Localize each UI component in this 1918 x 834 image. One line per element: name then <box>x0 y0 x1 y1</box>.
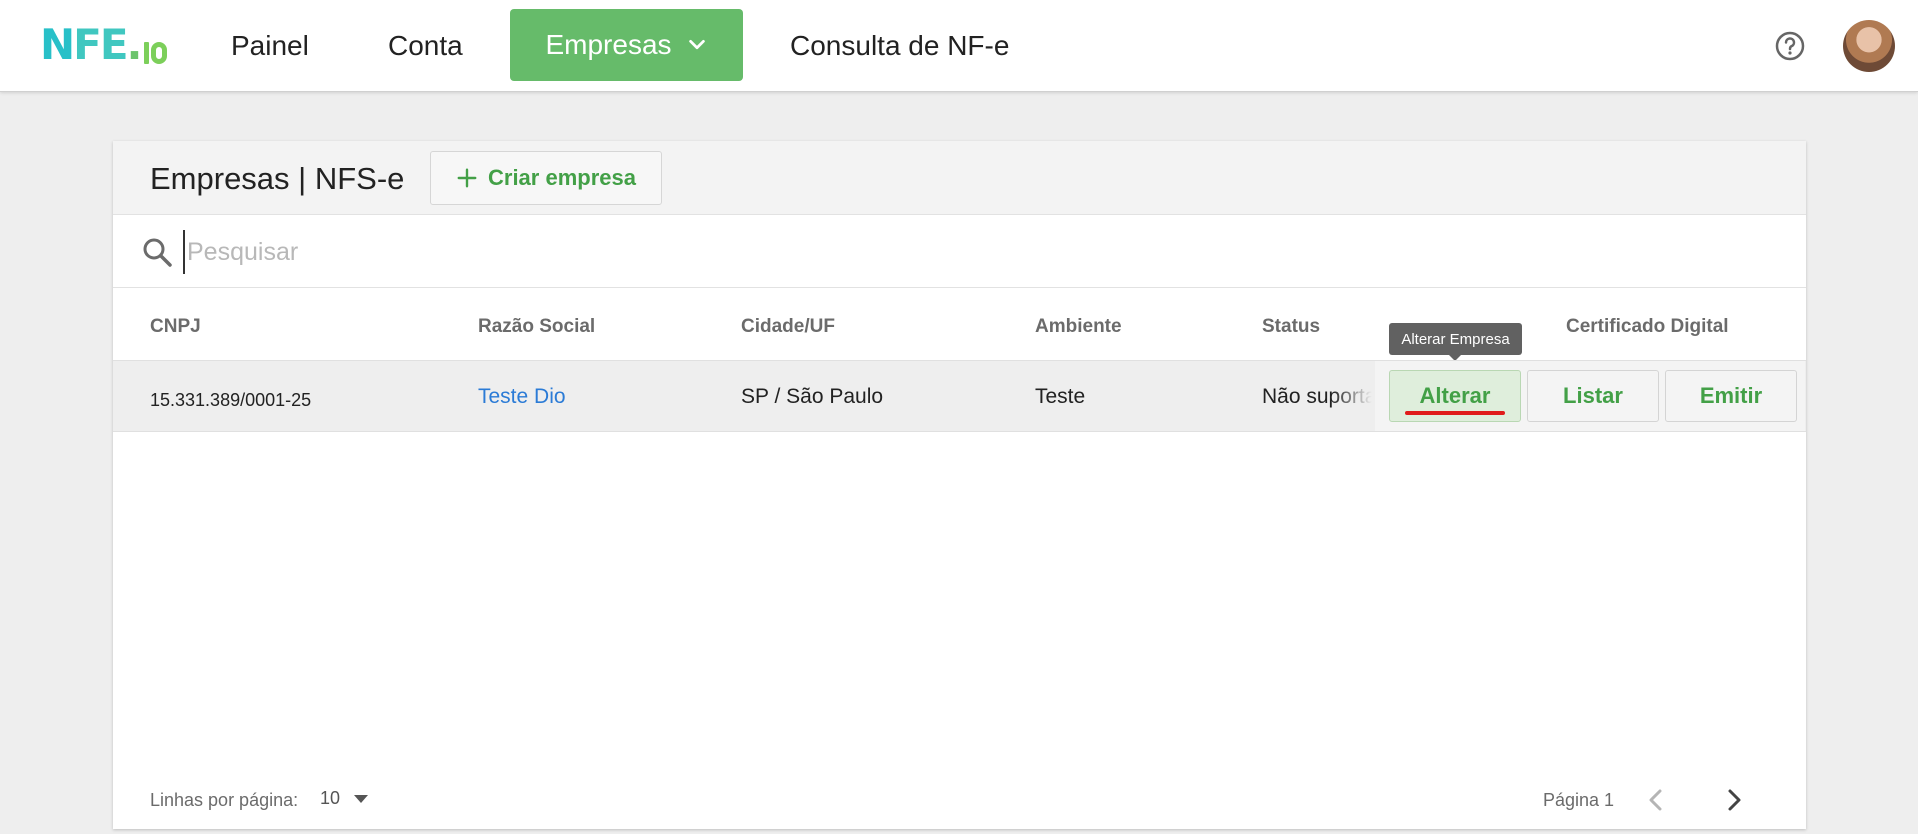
column-header-razao-social[interactable]: Razão Social <box>478 314 595 340</box>
create-company-button[interactable]: Criar empresa <box>430 151 662 205</box>
alterar-label: Alterar <box>1419 383 1491 408</box>
nav-painel[interactable]: Painel <box>231 26 309 66</box>
logo-io-mark <box>143 36 167 64</box>
plus-icon <box>457 168 477 188</box>
highlight-underline <box>1405 411 1505 415</box>
cell-razao-social-link[interactable]: Teste Dio <box>478 383 566 411</box>
column-header-status[interactable]: Status <box>1262 314 1320 340</box>
cell-status: Não suportado <box>1262 383 1372 411</box>
rows-per-page-label: Linhas por página: <box>150 790 299 810</box>
caret-down-icon <box>354 794 369 803</box>
top-navbar: NFE. Painel Conta Empresas Consulta de N… <box>0 0 1918 92</box>
rows-per-page-select[interactable]: 10 <box>320 788 370 809</box>
column-header-certificado-digital[interactable]: Certificado Digital <box>1566 314 1729 340</box>
search-input[interactable] <box>183 230 1763 274</box>
emitir-button[interactable]: Emitir <box>1665 370 1797 422</box>
table-row[interactable]: 15.331.389/0001-25 Teste Dio SP / São Pa… <box>113 360 1806 432</box>
column-header-cnpj[interactable]: CNPJ <box>150 314 201 340</box>
card-header: Empresas | NFS-e Criar empresa <box>113 141 1806 215</box>
nav-conta[interactable]: Conta <box>388 26 463 66</box>
column-header-ambiente[interactable]: Ambiente <box>1035 314 1122 340</box>
emitir-label: Emitir <box>1699 383 1763 408</box>
listar-button[interactable]: Listar <box>1527 370 1659 422</box>
cell-cidade-uf: SP / São Paulo <box>741 385 884 408</box>
chevron-left-icon[interactable] <box>1641 785 1671 815</box>
nav-empresas-label: Empresas <box>545 29 672 60</box>
search-bar <box>113 216 1806 288</box>
cell-cnpj: 15.331.389/0001-25 <box>150 390 312 410</box>
chevron-down-icon <box>688 39 705 50</box>
column-header-cidade-uf[interactable]: Cidade/UF <box>741 314 835 340</box>
search-icon <box>143 238 172 267</box>
page-indicator: Página 1 <box>1543 790 1615 810</box>
nav-empresas-dropdown[interactable]: Empresas <box>510 9 743 81</box>
user-avatar[interactable] <box>1843 20 1895 72</box>
nfe-logo[interactable]: NFE. <box>40 22 167 68</box>
empresas-card: Empresas | NFS-e Criar empresa CNPJ Razã… <box>113 141 1806 829</box>
create-company-label: Criar empresa <box>488 165 636 190</box>
listar-label: Listar <box>1563 383 1623 408</box>
help-circle-icon[interactable] <box>1774 30 1806 62</box>
logo-wordmark: NFE. <box>40 20 143 69</box>
nav-consulta-nfe[interactable]: Consulta de NF-e <box>790 26 1009 66</box>
page-title: Empresas | NFS-e <box>150 161 405 196</box>
cell-ambiente: Teste <box>1035 385 1086 408</box>
chevron-right-icon[interactable] <box>1719 785 1749 815</box>
tooltip-alterar-empresa: Alterar Empresa <box>1389 323 1522 361</box>
rows-per-page-value: 10 <box>320 788 341 808</box>
